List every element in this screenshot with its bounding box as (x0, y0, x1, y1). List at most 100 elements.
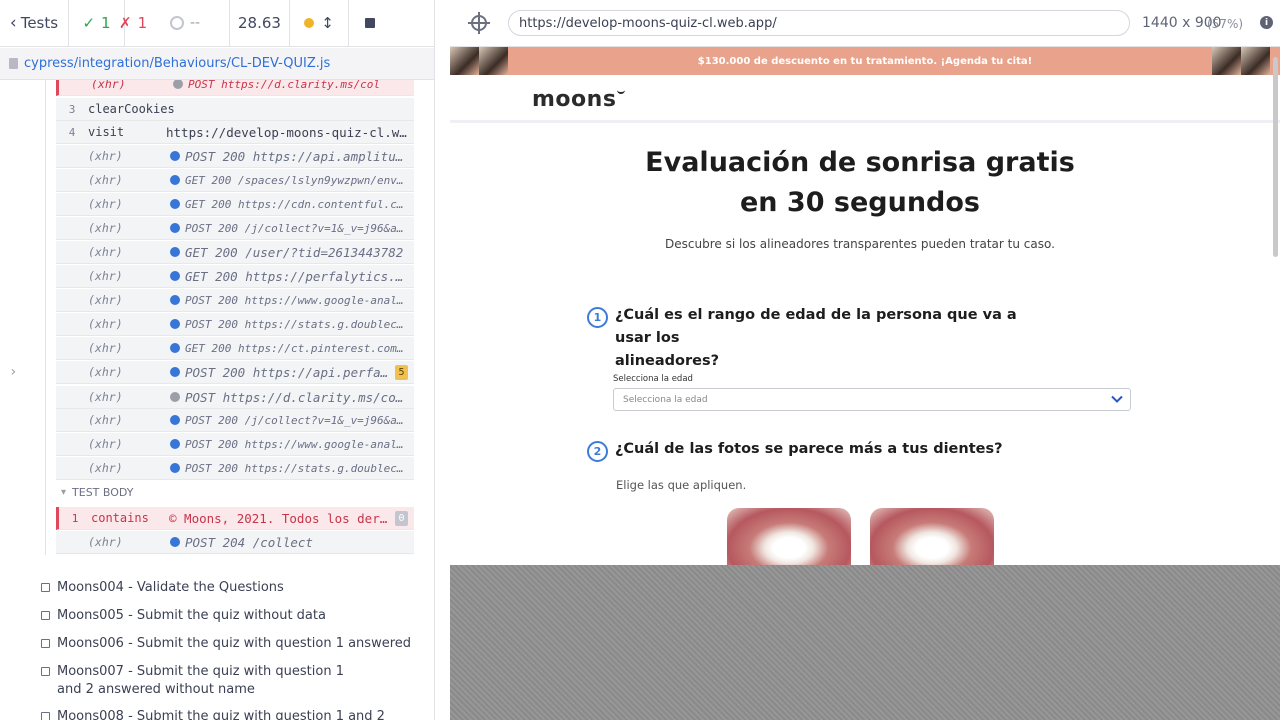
command-name: visit (88, 125, 125, 139)
info-icon[interactable]: i (1260, 16, 1273, 29)
status-dot-icon (170, 319, 180, 329)
status-dot-icon (170, 392, 180, 402)
command-row[interactable]: (xhr) GET 200 /spaces/lslyn9ywzpwn/enviro… (56, 169, 414, 192)
command-name: (xhr) (88, 341, 123, 355)
command-row[interactable]: (xhr) POST 200 https://www.google-analyti… (56, 433, 414, 456)
command-row[interactable]: (xhr) POST 204 /collect (56, 531, 414, 554)
status-dot-icon (170, 271, 180, 281)
command-log: (xhr) POST https://d.clarity.ms/col 3 clear… (0, 80, 434, 720)
stop-button[interactable] (349, 0, 391, 47)
command-name: (xhr) (88, 535, 123, 549)
command-name: (xhr) (88, 173, 123, 187)
command-row[interactable]: (xhr) GET 200 https://perfalytics.com/ (56, 265, 414, 288)
command-message: POST 200 /j/collect?v=1&_v=j96&a=15 (185, 413, 414, 427)
duration: 28.63 (230, 0, 290, 47)
cross-icon: ✗ (119, 14, 132, 32)
command-row[interactable]: (xhr) POST 200 https://www.google-analyti… (56, 289, 414, 312)
test-item[interactable]: Moons004 - Validate the Questions (41, 579, 421, 597)
status-dot-icon (304, 18, 315, 28)
reporter-header: ‹ Tests ✓ 1 ✗ 1 -- 28.63 ↕ (0, 0, 434, 47)
command-message: GET 200 https://perfalytics.com/ (185, 268, 414, 284)
test-status-icon (41, 611, 50, 620)
chevron-left-icon: ‹ (9, 13, 17, 33)
page-subtitle: Descubre si los alineadores transparente… (665, 237, 1055, 251)
hook-guide-line (45, 80, 46, 555)
command-name: (xhr) (88, 197, 123, 211)
promo-image-left (450, 47, 479, 75)
command-row[interactable]: 3 clearCookies (56, 98, 414, 121)
status-dot-icon (170, 463, 180, 473)
test-item[interactable]: Moons007 - Submit the quiz with question… (41, 663, 361, 699)
command-message: https://develop-moons-quiz-cl.web.app/ (166, 124, 414, 140)
spinner-icon (170, 16, 184, 30)
age-label: Selecciona la edad (613, 374, 693, 384)
auto-scroll-toggle[interactable]: ↕ (290, 0, 349, 47)
command-row[interactable]: (xhr) POST 200 https://api.amplitude.com/ (56, 145, 414, 168)
question-1-number: 1 (587, 307, 608, 328)
status-dot-icon (170, 151, 180, 161)
command-row[interactable]: (xhr) POST 200 https://stats.g.doubleclic… (56, 313, 414, 336)
command-name: contains (91, 511, 149, 525)
promo-image-left-2 (479, 47, 508, 75)
command-name: clearCookies (88, 102, 175, 116)
teeth-photo-option-2[interactable] (870, 508, 994, 565)
stop-icon (365, 18, 375, 28)
test-title: Moons008 - Submit the quiz with question… (57, 709, 385, 720)
promo-banner[interactable]: $130.000 de descuento en tu tratamiento.… (450, 47, 1280, 75)
command-row[interactable]: 4 visit https://develop-moons-quiz-cl.web.… (56, 121, 414, 144)
status-dot-icon (170, 247, 180, 257)
viewport-backdrop (450, 565, 1280, 720)
status-dot-icon (170, 367, 180, 377)
command-name: (xhr) (88, 390, 123, 404)
command-row[interactable]: (xhr) GET 200 /user/?tid=2613443782 (56, 241, 414, 264)
count-badge: 0 (395, 510, 408, 526)
test-item[interactable]: Moons005 - Submit the quiz without data (41, 607, 421, 625)
command-row[interactable]: (xhr) GET 200 https://ct.pinterest.com/us… (56, 337, 414, 360)
zoom-level: (57%) (1207, 17, 1244, 31)
command-message: GET 200 https://cdn.contentful.com/ (185, 197, 414, 211)
command-message: GET 200 /spaces/lslyn9ywzpwn/environment… (185, 173, 414, 187)
command-message: GET 200 https://ct.pinterest.com/user/ (185, 341, 414, 355)
teeth-photo-option-1[interactable] (727, 508, 851, 565)
command-name: (xhr) (88, 413, 123, 427)
test-item[interactable]: Moons006 - Submit the quiz with question… (41, 635, 421, 653)
command-message: © Moons, 2021. Todos los derechos reserv… (169, 510, 395, 526)
command-name: (xhr) (91, 80, 126, 91)
command-row[interactable]: (xhr) GET 200 https://cdn.contentful.com/ (56, 193, 414, 216)
command-message: POST 200 https://stats.g.doubleclick.net… (185, 317, 414, 331)
command-number: 4 (68, 125, 76, 139)
test-title: Moons007 - Submit the quiz with question… (57, 664, 344, 697)
question-2-number: 2 (587, 441, 608, 462)
check-icon: ✓ (82, 14, 96, 32)
test-body-header[interactable]: ▾ TEST BODY (61, 486, 134, 499)
question-2-hint: Elige las que apliquen. (616, 478, 747, 492)
command-name: (xhr) (88, 245, 123, 259)
test-item[interactable]: Moons008 - Submit the quiz with question… (41, 708, 421, 720)
command-message: POST 204 /collect (185, 534, 313, 550)
app-under-test-panel: https://develop-moons-quiz-cl.web.app/ 1… (450, 0, 1280, 720)
command-row[interactable]: (xhr) POST https://d.clarity.ms/col (56, 80, 414, 96)
age-select[interactable]: Selecciona la edad (613, 388, 1131, 411)
command-message: POST 200 https://stats.g.doubleclick.net… (185, 461, 414, 475)
command-row[interactable]: (xhr) POST 200 /j/collect?v=1&_v=j96&a=15 (56, 409, 414, 432)
site-header: moons (450, 75, 1280, 123)
command-number: 3 (68, 102, 76, 116)
moons-logo[interactable]: moons (532, 87, 626, 112)
promo-text: $130.000 de descuento en tu tratamiento.… (697, 55, 1033, 67)
command-row[interactable]: (xhr) POST 200 https://stats.g.doubleclic… (56, 457, 414, 480)
status-dot-icon (170, 295, 180, 305)
command-name: (xhr) (88, 293, 123, 307)
command-row-contains[interactable]: 1 contains © Moons, 2021. Todos los derech… (56, 507, 414, 530)
command-row[interactable]: (xhr) POST 200 /j/collect?v=1&_v=j96&a=15 (56, 217, 414, 240)
status-dot-icon (170, 415, 180, 425)
aut-scrollbar[interactable] (1273, 57, 1278, 257)
command-row[interactable]: (xhr) POST https://d.clarity.ms/collect (56, 386, 414, 409)
back-label: Tests (20, 14, 59, 32)
spec-file-bar[interactable]: cypress/integration/Behaviours/CL-DEV-QU… (0, 48, 434, 80)
back-to-tests-button[interactable]: ‹ Tests (0, 0, 69, 47)
command-name: (xhr) (88, 149, 123, 163)
url-field[interactable]: https://develop-moons-quiz-cl.web.app/ (508, 10, 1130, 36)
expand-caret-icon[interactable]: › (9, 364, 17, 380)
command-row[interactable]: › (xhr) POST 200 https://api.perfalytics.c… (9, 361, 414, 384)
promo-image-right-2 (1241, 47, 1270, 75)
